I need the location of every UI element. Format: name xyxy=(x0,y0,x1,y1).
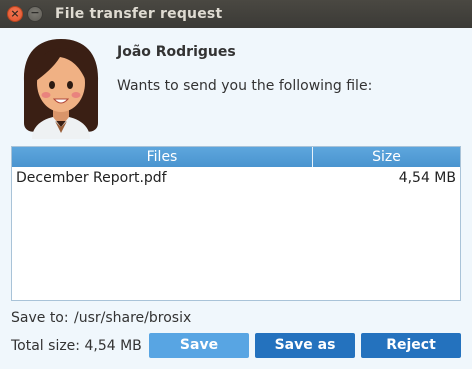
file-size-cell: 4,54 MB xyxy=(398,170,456,186)
file-transfer-dialog: × − File transfer request João Rodrigues… xyxy=(0,0,472,369)
column-header-size[interactable]: Size xyxy=(313,147,460,167)
column-header-files[interactable]: Files xyxy=(12,147,313,167)
total-size-label: Total size: 4,54 MB xyxy=(11,338,142,354)
request-message: Wants to send you the following file: xyxy=(117,78,373,94)
save-to-path[interactable]: /usr/share/brosix xyxy=(74,310,191,326)
file-table[interactable]: Files Size December Report.pdf 4,54 MB xyxy=(11,146,461,301)
woman-avatar-icon xyxy=(23,39,99,139)
save-as-button[interactable]: Save as xyxy=(255,333,355,358)
close-icon[interactable]: × xyxy=(7,6,23,22)
table-row[interactable]: December Report.pdf 4,54 MB xyxy=(12,168,460,188)
sender-name: João Rodrigues xyxy=(117,44,236,60)
save-to-label: Save to: xyxy=(11,310,69,326)
file-name-cell: December Report.pdf xyxy=(16,170,167,186)
table-header: Files Size xyxy=(12,147,460,167)
window-title: File transfer request xyxy=(55,6,223,22)
title-bar[interactable]: × − File transfer request xyxy=(0,0,472,28)
save-button[interactable]: Save xyxy=(149,333,249,358)
reject-button[interactable]: Reject xyxy=(361,333,461,358)
minimize-icon[interactable]: − xyxy=(27,6,43,22)
